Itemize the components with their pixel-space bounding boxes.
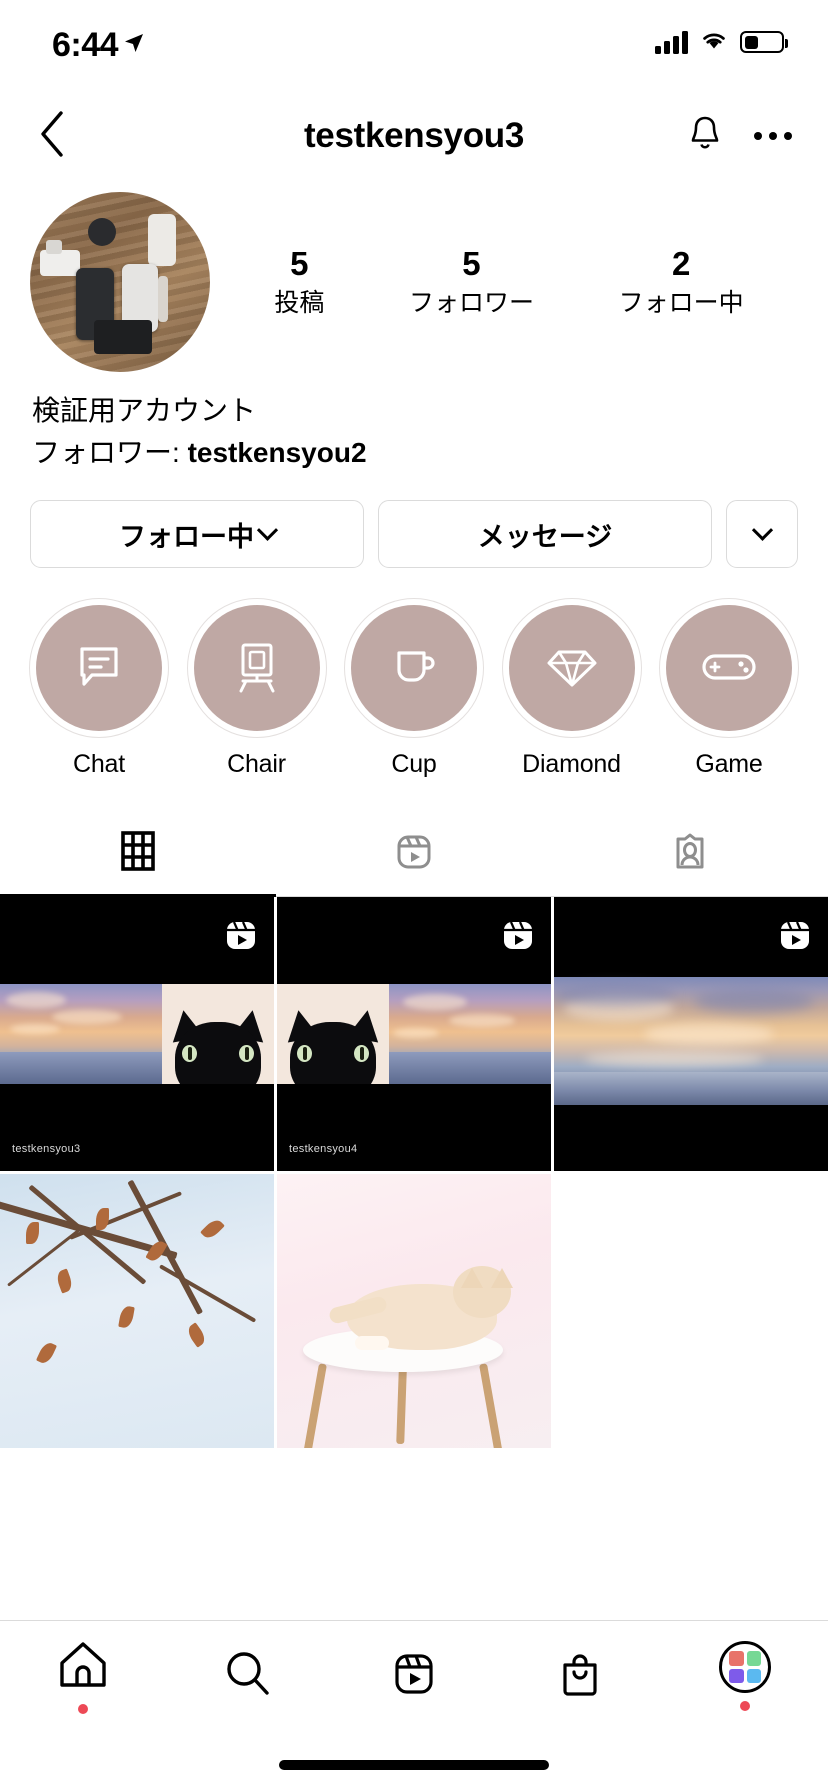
post-watermark: testkensyou4 — [289, 1143, 358, 1155]
stat-posts[interactable]: 5 投稿 — [274, 243, 324, 321]
nav-profile[interactable] — [662, 1621, 828, 1731]
wifi-icon — [699, 28, 729, 56]
reels-icon — [388, 1648, 440, 1705]
grid-empty-cell — [554, 1174, 828, 1448]
post-thumbnail[interactable] — [554, 897, 828, 1171]
tagged-icon — [667, 829, 713, 880]
chair-icon — [230, 638, 284, 699]
following-button[interactable]: フォロー中 — [30, 500, 364, 568]
diamond-icon — [544, 641, 600, 696]
profile-section: 5 投稿 5 フォロワー 2 フォロー中 — [0, 182, 828, 372]
stat-posts-value: 5 — [290, 245, 309, 283]
shopping-bag-icon — [554, 1648, 606, 1705]
stat-following-value: 2 — [671, 245, 691, 283]
reels-badge-icon — [776, 915, 814, 958]
highlight-cup[interactable]: Cup — [341, 598, 487, 779]
post-thumbnail[interactable] — [277, 1174, 551, 1448]
more-options-icon[interactable] — [754, 122, 792, 150]
nav-profile-badge — [740, 1701, 751, 1711]
nav-home[interactable] — [0, 1621, 166, 1731]
stat-followers-value: 5 — [462, 245, 481, 283]
stat-followers[interactable]: 5 フォロワー — [409, 243, 534, 321]
message-button-label: メッセージ — [477, 521, 613, 552]
grid-icon — [116, 829, 160, 878]
stat-following[interactable]: 2 フォロー中 — [619, 243, 744, 321]
suggested-users-button[interactable] — [726, 500, 798, 568]
highlight-chat-label: Chat — [72, 750, 125, 778]
post-watermark: testkensyou3 — [12, 1143, 81, 1155]
profile-bio: 検証用アカウント フォロワー: testkensyou2 — [0, 372, 828, 474]
profile-avatar-icon — [719, 1641, 772, 1693]
battery-icon — [740, 31, 788, 53]
nav-home-badge — [77, 1703, 88, 1714]
home-icon — [56, 1639, 110, 1696]
highlight-diamond[interactable]: Diamond — [499, 598, 645, 779]
chat-bubble-icon — [72, 639, 126, 698]
chevron-down-icon — [256, 519, 279, 541]
reels-icon — [391, 829, 437, 880]
location-arrow-icon — [122, 31, 146, 60]
profile-actions: フォロー中 メッセージ — [0, 474, 828, 568]
avatar[interactable] — [30, 192, 210, 372]
search-icon — [221, 1647, 275, 1706]
tab-grid[interactable] — [0, 813, 276, 897]
highlight-cup-label: Cup — [391, 750, 437, 778]
tab-reels[interactable] — [276, 813, 552, 897]
cup-icon — [387, 639, 441, 698]
highlight-diamond-label: Diamond — [522, 750, 621, 778]
stat-following-label: フォロー中 — [618, 288, 744, 317]
post-thumbnail[interactable] — [0, 1174, 274, 1448]
highlight-chair[interactable]: Chair — [184, 598, 330, 779]
highlight-chat[interactable]: Chat — [26, 598, 172, 779]
profile-stats: 5 投稿 5 フォロワー 2 フォロー中 — [210, 243, 798, 321]
message-button[interactable]: メッセージ — [378, 500, 712, 568]
bottom-navigation — [0, 1620, 828, 1792]
stat-followers-label: フォロワー — [408, 288, 534, 317]
nav-reels[interactable] — [331, 1621, 497, 1731]
profile-tabs — [0, 813, 828, 897]
post-thumbnail[interactable]: testkensyou4 — [277, 897, 551, 1171]
highlight-chair-label: Chair — [227, 750, 286, 778]
followed-by-username[interactable]: testkensyou2 — [188, 437, 367, 468]
status-bar: 6:44 — [0, 0, 828, 90]
followed-by-line: フォロワー: testkensyou2 — [32, 432, 796, 474]
gamepad-icon — [700, 646, 758, 691]
highlight-game[interactable]: Game — [656, 598, 802, 779]
cellular-signal-icon — [655, 30, 688, 54]
post-grid: testkensyou3 testkensyou4 — [0, 897, 828, 1448]
nav-search[interactable] — [166, 1621, 332, 1731]
bio-display-name: 検証用アカウント — [32, 395, 257, 426]
nav-shop[interactable] — [497, 1621, 663, 1731]
following-button-label: フォロー中 — [119, 521, 254, 552]
followed-by-prefix: フォロワー: — [32, 437, 188, 468]
notification-bell-icon[interactable] — [686, 113, 724, 160]
home-indicator[interactable] — [279, 1760, 549, 1770]
stat-posts-label: 投稿 — [274, 288, 325, 317]
highlight-game-label: Game — [695, 750, 763, 778]
tab-tagged[interactable] — [552, 813, 828, 897]
post-thumbnail[interactable]: testkensyou3 — [0, 897, 274, 1171]
reels-badge-icon — [222, 915, 260, 958]
chevron-down-icon — [751, 519, 773, 541]
profile-header: testkensyou3 — [0, 90, 828, 182]
story-highlights: Chat Chair Cup Diamond Game — [0, 568, 828, 779]
status-bar-time: 6:44 — [52, 26, 119, 64]
reels-badge-icon — [499, 915, 537, 958]
